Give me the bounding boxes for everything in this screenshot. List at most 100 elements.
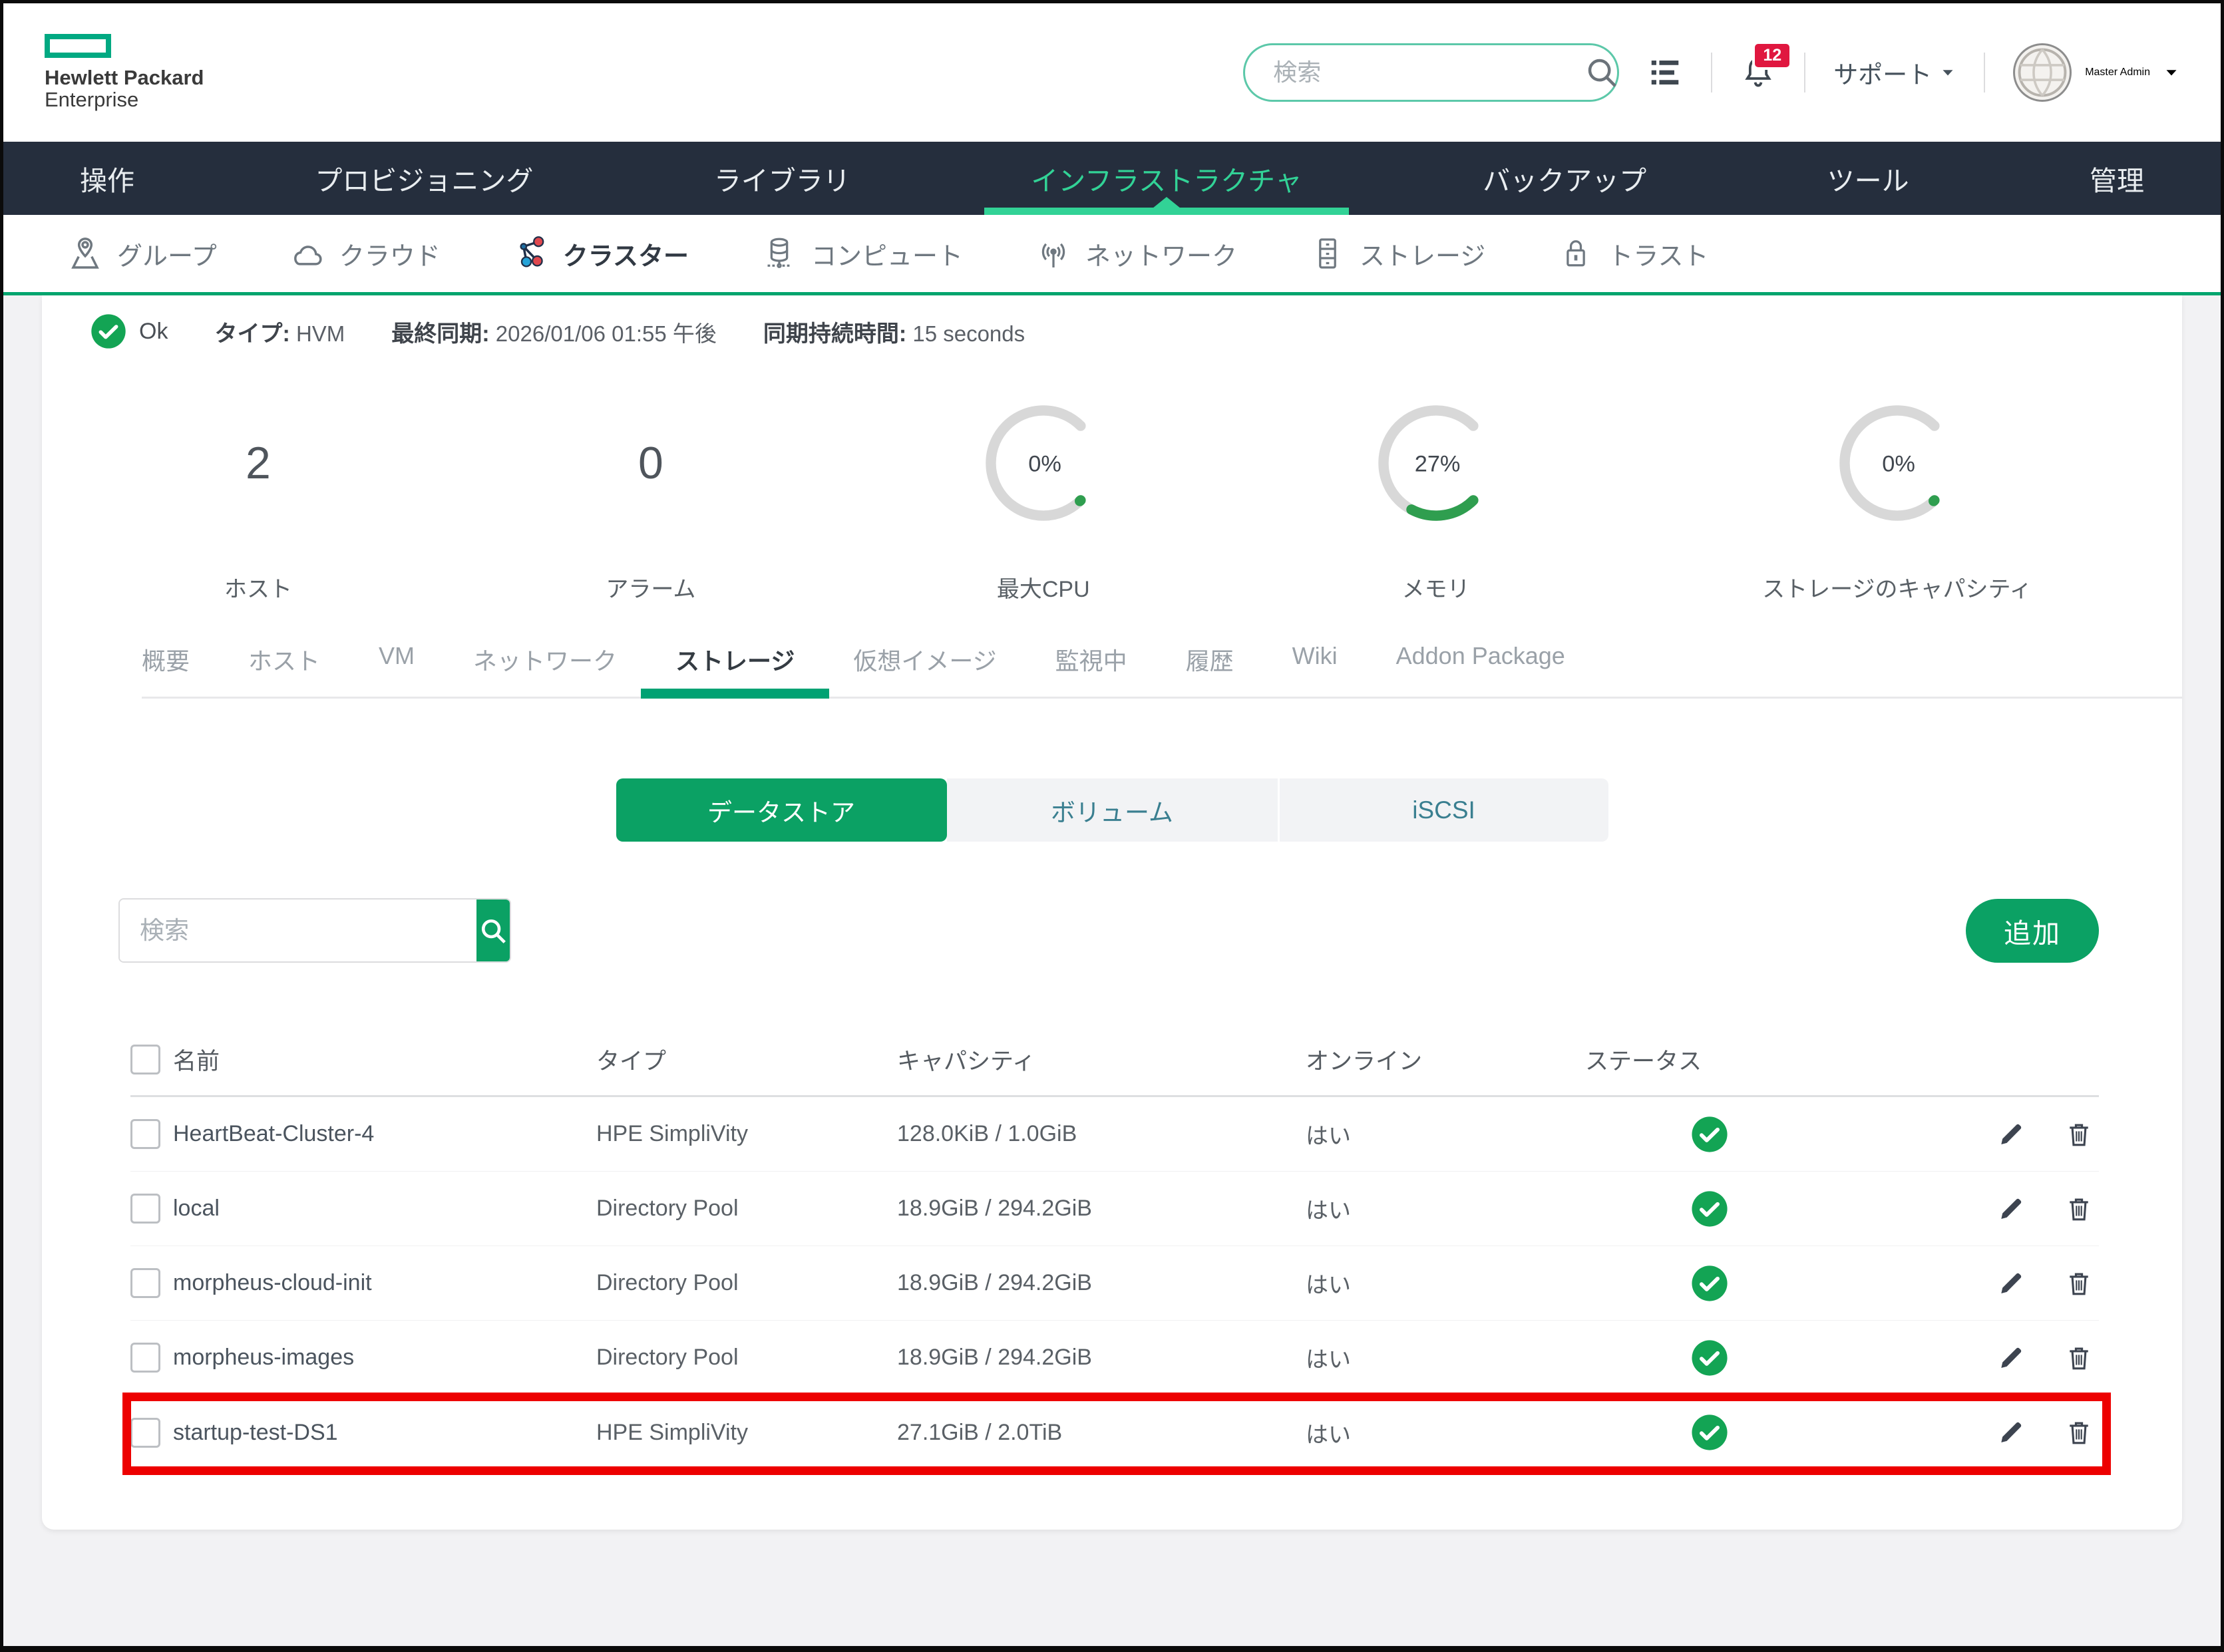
subnav-item-ネットワーク[interactable]: ネットワーク	[1035, 235, 1237, 272]
row-online: はい	[1306, 1118, 1585, 1150]
table-row[interactable]: HeartBeat-Cluster-4HPE SimpliVity128.0Ki…	[130, 1097, 2099, 1172]
toggle-ボリューム[interactable]: ボリューム	[947, 778, 1278, 842]
toggle-iSCSI[interactable]: iSCSI	[1278, 778, 1608, 842]
cluster-status-bar: Ok タイプ: HVM最終同期: 2026/01/06 01:55 午後同期持続…	[42, 295, 2182, 350]
table-row[interactable]: localDirectory Pool18.9GiB / 294.2GiBはい	[130, 1172, 2099, 1246]
tab-ネットワーク[interactable]: ネットワーク	[473, 642, 617, 677]
subnav-item-label: クラウド	[339, 236, 441, 272]
notifications-bell-icon[interactable]: 12	[1740, 55, 1776, 90]
table-search-button[interactable]	[476, 900, 510, 961]
edit-pencil-icon[interactable]	[1996, 1269, 2026, 1298]
hpe-logo[interactable]: Hewlett Packard Enterprise	[45, 34, 204, 110]
stat-label: メモリ	[1402, 571, 1470, 603]
table-row[interactable]: morpheus-cloud-initDirectory Pool18.9GiB…	[130, 1246, 2099, 1321]
add-button[interactable]: 追加	[1966, 899, 2099, 963]
table-search-input[interactable]	[120, 900, 476, 961]
support-menu[interactable]: サポート	[1833, 55, 1956, 90]
column-header-名前: 名前	[173, 1043, 596, 1076]
stat-value: 2	[246, 377, 271, 550]
table-search	[118, 898, 511, 963]
table-row[interactable]: startup-test-DS1HPE SimpliVity27.1GiB / …	[130, 1395, 2099, 1470]
row-online: はい	[1306, 1192, 1585, 1225]
subnav-item-ストレージ[interactable]: ストレージ	[1309, 235, 1485, 272]
search-icon[interactable]	[1584, 55, 1620, 90]
row-name: startup-test-DS1	[173, 1420, 596, 1446]
chevron-down-icon	[2163, 65, 2179, 81]
subnav-item-クラウド[interactable]: クラウド	[289, 235, 441, 272]
tab-仮想イメージ[interactable]: 仮想イメージ	[853, 642, 996, 677]
row-type: Directory Pool	[596, 1196, 897, 1222]
row-actions	[1958, 1120, 2099, 1149]
storage-icon	[1309, 235, 1346, 272]
stat-gauge: 0%	[1828, 377, 1966, 550]
column-header-タイプ: タイプ	[596, 1043, 897, 1076]
activity-list-icon[interactable]	[1647, 55, 1683, 90]
nav-item-バックアップ[interactable]: バックアップ	[1476, 142, 1653, 215]
delete-trash-icon[interactable]	[2064, 1194, 2094, 1224]
delete-trash-icon[interactable]	[2064, 1269, 2094, 1298]
select-all-checkbox[interactable]	[130, 1045, 160, 1074]
delete-trash-icon[interactable]	[2064, 1343, 2094, 1373]
global-search-input[interactable]	[1272, 58, 1584, 87]
status-ok-icon	[1690, 1115, 1729, 1154]
nav-item-プロビジョニング[interactable]: プロビジョニング	[308, 142, 540, 215]
status-ok-icon	[1690, 1190, 1729, 1228]
cluster-stats-row: 2ホスト0アラーム0%最大CPU27%メモリ0%ストレージのキャパシティ	[42, 377, 2182, 603]
edit-pencil-icon[interactable]	[1996, 1120, 2026, 1149]
row-checkbox[interactable]	[130, 1268, 160, 1298]
hpe-logo-mark	[45, 34, 111, 58]
tab-監視中[interactable]: 監視中	[1055, 642, 1127, 677]
user-menu[interactable]: Master Admin	[2013, 43, 2179, 102]
svg-text:27%: 27%	[1414, 451, 1460, 476]
row-name: local	[173, 1196, 596, 1222]
stat-アラーム: 0アラーム	[455, 377, 847, 603]
tab-Addon Package[interactable]: Addon Package	[1396, 642, 1565, 677]
row-status	[1585, 1264, 1958, 1303]
subnav-item-クラスター[interactable]: クラスター	[512, 235, 689, 272]
row-checkbox[interactable]	[130, 1343, 160, 1373]
datastore-table: 名前タイプキャパシティオンラインステータス HeartBeat-Cluster-…	[130, 1043, 2099, 1470]
row-actions	[1958, 1418, 2099, 1447]
header-right: 12 サポート Master Admin	[1243, 43, 2179, 102]
stat-ホスト: 2ホスト	[62, 377, 455, 603]
row-capacity: 128.0KiB / 1.0GiB	[897, 1121, 1306, 1147]
row-type: Directory Pool	[596, 1345, 897, 1371]
edit-pencil-icon[interactable]	[1996, 1343, 2026, 1373]
tab-履歴[interactable]: 履歴	[1186, 642, 1234, 677]
page-background: Ok タイプ: HVM最終同期: 2026/01/06 01:55 午後同期持続…	[3, 295, 2221, 1646]
table-row[interactable]: morpheus-imagesDirectory Pool18.9GiB / 2…	[130, 1321, 2099, 1395]
global-search	[1243, 43, 1619, 102]
row-type: Directory Pool	[596, 1270, 897, 1296]
row-checkbox[interactable]	[130, 1418, 160, 1448]
toggle-データストア[interactable]: データストア	[616, 778, 947, 842]
edit-pencil-icon[interactable]	[1996, 1418, 2026, 1447]
nav-item-ツール[interactable]: ツール	[1821, 142, 1916, 215]
detail-tabs: 概要 ホスト VM ネットワーク ストレージ 仮想イメージ 監視中 履歴 Wiki Addon P…	[142, 642, 2182, 699]
row-status	[1585, 1413, 1958, 1452]
subnav-item-コンピュート[interactable]: コンピュート	[761, 235, 963, 272]
nav-item-操作[interactable]: 操作	[73, 142, 141, 215]
user-name: Master Admin	[2085, 67, 2150, 79]
stat-value: 0	[638, 377, 663, 550]
tab-概要[interactable]: 概要	[142, 642, 190, 677]
subnav-item-トラスト[interactable]: トラスト	[1557, 235, 1708, 272]
tab-Wiki[interactable]: Wiki	[1292, 642, 1338, 677]
delete-trash-icon[interactable]	[2064, 1120, 2094, 1149]
nav-item-管理[interactable]: 管理	[2083, 142, 2151, 215]
tab-ストレージ[interactable]: ストレージ	[675, 642, 795, 677]
subnav-item-label: ネットワーク	[1085, 236, 1237, 272]
subnav-item-グループ[interactable]: グループ	[67, 235, 217, 272]
main-nav: 操作 プロビジョニング ライブラリ インフラストラクチャ バックアップ ツール 管理	[3, 142, 2221, 215]
edit-pencil-icon[interactable]	[1996, 1194, 2026, 1224]
tab-VM[interactable]: VM	[379, 642, 415, 677]
support-label: サポート	[1833, 55, 1932, 90]
tab-ホスト[interactable]: ホスト	[248, 642, 320, 677]
nav-item-インフラストラクチャ[interactable]: インフラストラクチャ	[1024, 142, 1309, 215]
nav-item-ライブラリ[interactable]: ライブラリ	[707, 142, 857, 215]
hpe-logo-line1: Hewlett Packard	[45, 67, 204, 89]
row-status	[1585, 1115, 1958, 1154]
infrastructure-subnav: グループ クラウド クラスター コンピュート ネットワーク ストレージ トラスト	[3, 215, 2221, 295]
delete-trash-icon[interactable]	[2064, 1418, 2094, 1447]
row-checkbox[interactable]	[130, 1194, 160, 1224]
row-checkbox[interactable]	[130, 1119, 160, 1149]
